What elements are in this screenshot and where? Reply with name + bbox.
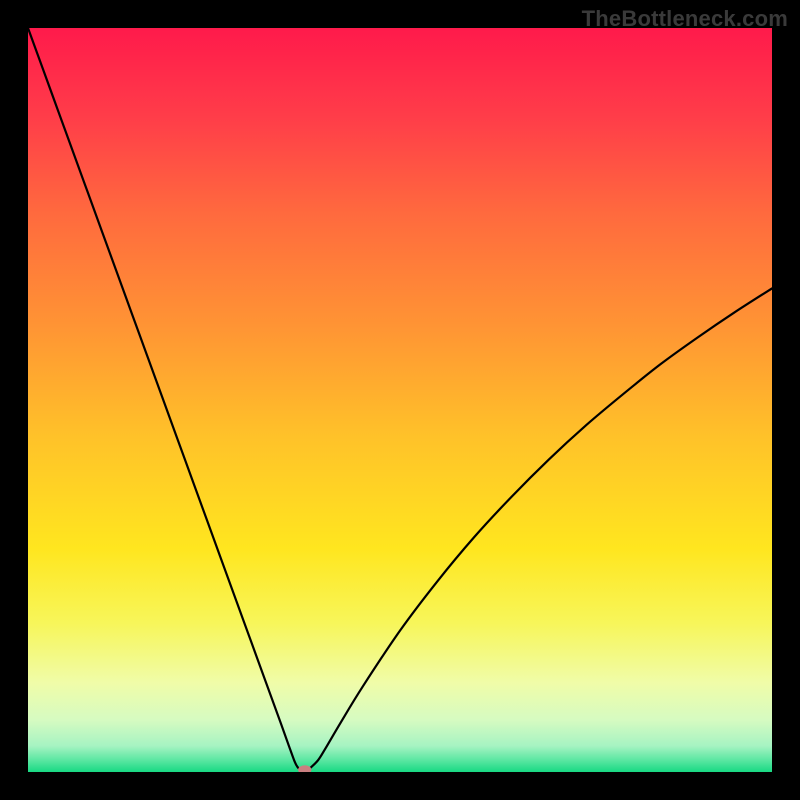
plot-area: [28, 28, 772, 772]
gradient-background: [28, 28, 772, 772]
chart-svg: [28, 28, 772, 772]
chart-frame: TheBottleneck.com: [0, 0, 800, 800]
